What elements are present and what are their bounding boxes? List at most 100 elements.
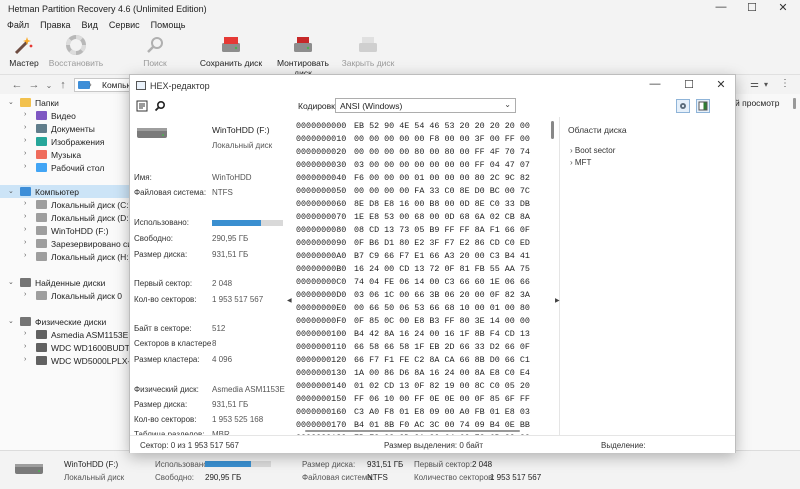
- hex-bytes[interactable]: B4 01 8B F0 AC 3C 00 74 09 B4 0E BB: [354, 420, 530, 430]
- hex-row[interactable]: 0000000110 66 58 66 58 1F EB 2D 66 33 D2 …: [296, 342, 530, 355]
- hex-bytes[interactable]: 00 00 00 00 80 00 80 00 FF 4F 70 74: [354, 147, 530, 157]
- area-item-mft[interactable]: › MFT: [570, 158, 591, 167]
- hex-row[interactable]: 0000000020 00 00 00 00 80 00 80 00 FF 4F …: [296, 147, 530, 160]
- chevron-right-icon[interactable]: ›: [24, 330, 26, 337]
- history-dropdown-icon[interactable]: ⌄: [42, 81, 56, 90]
- tree-item[interactable]: › Локальный диск (C:): [0, 198, 131, 211]
- hex-row[interactable]: 00000000F0 0F 85 0C 00 E8 B3 FF 80 3E 14 …: [296, 316, 530, 329]
- hex-bytes[interactable]: 66 F7 F1 FE C2 8A CA 66 8B D0 66 C1: [354, 355, 530, 365]
- hex-row[interactable]: 00000000C0 74 04 FE 06 14 00 C3 66 60 1E …: [296, 277, 530, 290]
- hex-bytes[interactable]: B4 42 8A 16 24 00 16 1F 8B F4 CD 13: [354, 329, 530, 339]
- menu-service[interactable]: Сервис: [109, 20, 140, 32]
- menu-view[interactable]: Вид: [82, 20, 98, 32]
- tree-item[interactable]: › Локальный диск (H:): [0, 250, 131, 263]
- hex-row[interactable]: 0000000090 0F B6 D1 80 E2 3F F7 E2 86 CD …: [296, 238, 530, 251]
- info-panel-icon[interactable]: [696, 99, 710, 113]
- hex-horizontal-scrollbar[interactable]: [305, 430, 520, 432]
- hex-bytes[interactable]: FF 06 10 00 FF 0E 0E 00 0F 85 6F FF: [354, 394, 530, 404]
- hex-row[interactable]: 00000000E0 00 66 50 06 53 66 68 10 00 01 …: [296, 303, 530, 316]
- chevron-right-icon[interactable]: ›: [24, 111, 26, 118]
- hex-row[interactable]: 0000000060 8E D8 E8 16 00 B8 00 0D 8E C0 …: [296, 199, 530, 212]
- hex-bytes[interactable]: 08 CD 13 73 05 B9 FF FF 8A F1 66 0F: [354, 225, 530, 235]
- chevron-down-icon[interactable]: ⌄: [8, 98, 14, 106]
- hex-bytes[interactable]: 03 06 1C 00 66 3B 06 20 00 0F 82 3A: [354, 290, 530, 300]
- tree-item[interactable]: › Локальный диск (D:): [0, 211, 131, 224]
- tree-item[interactable]: › Видео: [0, 109, 130, 122]
- hex-bytes[interactable]: 66 58 66 58 1F EB 2D 66 33 D2 66 0F: [354, 342, 530, 352]
- hex-bytes[interactable]: 1E E8 53 00 68 00 0D 68 6A 02 CB 8A: [354, 212, 530, 222]
- hex-bytes[interactable]: 8E D8 E8 16 00 B8 00 0D 8E C0 33 DB: [354, 199, 530, 209]
- chevron-right-icon[interactable]: ›: [24, 226, 26, 233]
- hex-close-button[interactable]: ✕: [709, 78, 733, 91]
- chevron-right-icon[interactable]: ›: [24, 291, 26, 298]
- hex-bytes[interactable]: 00 00 00 00 00 F8 00 00 3F 00 FF 00: [354, 134, 530, 144]
- chevron-right-icon[interactable]: ›: [24, 343, 26, 350]
- hex-bytes[interactable]: EB 52 90 4E 54 46 53 20 20 20 20 00: [354, 121, 530, 131]
- hex-bytes[interactable]: 0F B6 D1 80 E2 3F F7 E2 86 CD C0 ED: [354, 238, 530, 248]
- hex-bytes[interactable]: 1A 00 86 D6 8A 16 24 00 8A E8 C0 E4: [354, 368, 530, 378]
- hex-row[interactable]: 0000000010 00 00 00 00 00 F8 00 00 3F 00 …: [296, 134, 530, 147]
- tree-item[interactable]: › Изображения: [0, 135, 130, 148]
- hex-row[interactable]: 0000000070 1E E8 53 00 68 00 0D 68 6A 02 …: [296, 212, 530, 225]
- chevron-right-icon[interactable]: ›: [24, 163, 26, 170]
- hex-bytes[interactable]: 16 24 00 CD 13 72 0F 81 FB 55 AA 75: [354, 264, 530, 274]
- chevron-down-icon[interactable]: ⌄: [8, 317, 14, 325]
- back-arrow-icon[interactable]: ←: [10, 79, 24, 91]
- chevron-right-icon[interactable]: ›: [24, 137, 26, 144]
- chevron-right-icon[interactable]: ›: [24, 252, 26, 259]
- minimize-button[interactable]: —: [706, 1, 736, 13]
- splitter-arrow-icon[interactable]: ▶: [555, 297, 560, 304]
- chevron-down-icon[interactable]: ⌄: [8, 187, 14, 195]
- hex-minimize-button[interactable]: —: [643, 78, 667, 90]
- tree-item[interactable]: › Документы: [0, 122, 130, 135]
- tree-item[interactable]: › Зарезервировано систем: [0, 237, 151, 250]
- tree-item[interactable]: › Asmedia ASM1153E SCSI: [0, 328, 151, 341]
- hex-row[interactable]: 0000000000 EB 52 90 4E 54 46 53 20 20 20 …: [296, 121, 530, 134]
- hex-row[interactable]: 00000000B0 16 24 00 CD 13 72 0F 81 FB 55 …: [296, 264, 530, 277]
- hex-row[interactable]: 0000000160 C3 A0 F8 01 E8 09 00 A0 FB 01 …: [296, 407, 530, 420]
- hex-row[interactable]: 0000000140 01 02 CD 13 0F 82 19 00 8C C0 …: [296, 381, 530, 394]
- encoding-select[interactable]: ANSI (Windows) ⌄: [335, 98, 516, 113]
- tree-item[interactable]: ⌄ Найденные диски: [0, 276, 130, 289]
- hex-bytes[interactable]: B7 C9 66 F7 E1 66 A3 20 00 C3 B4 41: [354, 251, 530, 261]
- chevron-right-icon[interactable]: ›: [24, 200, 26, 207]
- tree-item[interactable]: › WDC WD1600BUDT-63D: [0, 341, 148, 354]
- menu-edit[interactable]: Правка: [40, 20, 70, 32]
- hex-bytes[interactable]: 03 00 00 00 00 00 00 00 FF 04 47 07: [354, 160, 530, 170]
- chevron-down-icon[interactable]: ⌄: [8, 278, 14, 286]
- area-item-boot-sector[interactable]: › Boot sector: [570, 146, 615, 155]
- hex-bytes[interactable]: 00 00 00 00 FA 33 C0 8E D0 BC 00 7C: [354, 186, 530, 196]
- hex-bytes[interactable]: 0F 85 0C 00 E8 B3 FF 80 3E 14 00 00: [354, 316, 530, 326]
- chevron-right-icon[interactable]: ›: [24, 124, 26, 131]
- view-icon[interactable]: ⚌: [750, 79, 759, 90]
- menu-help[interactable]: Помощь: [151, 20, 186, 32]
- hex-settings-icon[interactable]: [676, 99, 690, 113]
- chevron-right-icon[interactable]: ›: [24, 213, 26, 220]
- open-file-icon[interactable]: [136, 100, 148, 112]
- mount-disk-button[interactable]: Монтировать диск: [269, 34, 337, 78]
- chevron-right-icon[interactable]: ›: [24, 356, 26, 363]
- hex-row[interactable]: 00000000A0 B7 C9 66 F7 E1 66 A3 20 00 C3 …: [296, 251, 530, 264]
- tree-item[interactable]: ⌄ Папки: [0, 96, 130, 109]
- up-arrow-icon[interactable]: ↑: [56, 79, 70, 91]
- close-button[interactable]: ✕: [768, 1, 798, 14]
- tree-item[interactable]: › Музыка: [0, 148, 130, 161]
- hex-vertical-scrollbar[interactable]: [551, 121, 554, 139]
- hex-dump[interactable]: 0000000000 EB 52 90 4E 54 46 53 20 20 20 …: [296, 117, 552, 435]
- forward-arrow-icon[interactable]: →: [27, 79, 41, 91]
- chevron-right-icon[interactable]: ›: [24, 239, 26, 246]
- restore-button[interactable]: Восстановить: [42, 34, 110, 68]
- tree-item[interactable]: › WDC WD5000LPLX-00ZN: [0, 354, 151, 367]
- hex-bytes[interactable]: C3 A0 F8 01 E8 09 00 A0 FB 01 E8 03: [354, 407, 530, 417]
- hex-row[interactable]: 0000000120 66 F7 F1 FE C2 8A CA 66 8B D0 …: [296, 355, 530, 368]
- more-icon[interactable]: ⋮: [780, 78, 790, 89]
- address-bar[interactable]: › Компьютер: [74, 78, 146, 92]
- view-dropdown-icon[interactable]: ▾: [764, 80, 768, 89]
- menu-file[interactable]: Файл: [7, 20, 29, 32]
- preview-scrollbar[interactable]: [793, 98, 796, 109]
- hex-row[interactable]: 0000000040 F6 00 00 00 01 00 00 00 80 2C …: [296, 173, 530, 186]
- hex-row[interactable]: 0000000100 B4 42 8A 16 24 00 16 1F 8B F4 …: [296, 329, 530, 342]
- hex-bytes[interactable]: 01 02 CD 13 0F 82 19 00 8C C0 05 20: [354, 381, 530, 391]
- tree-item[interactable]: › Рабочий стол: [0, 161, 130, 174]
- splitter-arrow-icon[interactable]: ◀: [287, 297, 292, 304]
